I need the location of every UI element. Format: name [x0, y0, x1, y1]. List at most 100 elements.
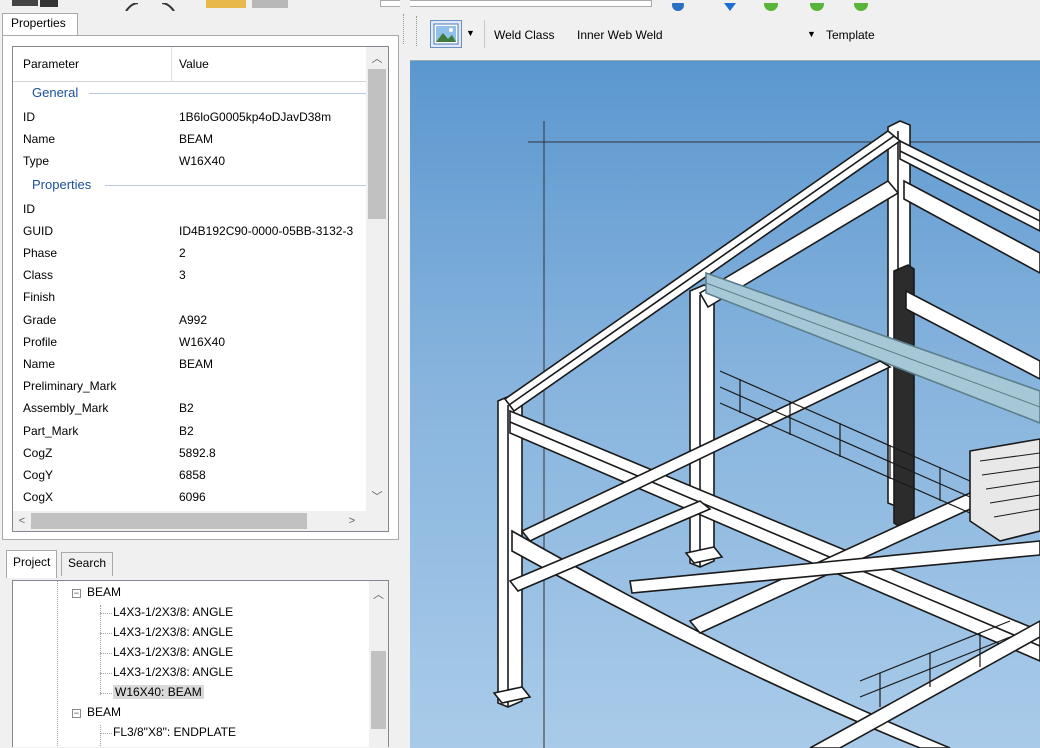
chevron-down-icon[interactable]: ▼: [466, 28, 475, 38]
toolbar-combobox-stub[interactable]: [380, 0, 652, 7]
property-grid-hscrollbar[interactable]: < >: [13, 511, 368, 531]
tab-project[interactable]: Project: [6, 550, 58, 578]
tree-node-part[interactable]: L4X3-1/2X3/8: ANGLE: [113, 645, 233, 659]
tab-properties[interactable]: Properties: [2, 13, 78, 35]
minus-box-icon[interactable]: −: [72, 709, 81, 718]
scroll-up-icon[interactable]: ︿: [366, 49, 388, 69]
toolbar-icon-stub[interactable]: [722, 0, 738, 11]
vscroll-thumb[interactable]: [368, 69, 386, 219]
tree-vscroll-thumb[interactable]: [371, 651, 386, 729]
property-name: CogX: [23, 490, 54, 505]
toolbar-icon-stub[interactable]: [252, 0, 288, 8]
property-value[interactable]: 1B6loG0005kp4oDJavD38m: [179, 110, 369, 124]
tree-node-part[interactable]: FL3/8"X8": ENDPLATE: [113, 725, 236, 739]
property-value[interactable]: 6096: [179, 490, 369, 504]
panel-splitter[interactable]: [400, 0, 410, 747]
scroll-up-icon[interactable]: ︿: [369, 585, 388, 605]
toolbar-icon-stub[interactable]: [668, 0, 688, 11]
property-row[interactable]: Type W16X40: [13, 150, 366, 172]
view-mode-button[interactable]: [430, 20, 462, 48]
toolbar-icon-stub[interactable]: [760, 0, 782, 11]
picture-icon: [433, 23, 459, 45]
property-name: CogZ: [23, 445, 53, 460]
tree-node-assembly[interactable]: BEAM: [87, 585, 121, 599]
tree-node-part[interactable]: L4X3-1/2X3/8: ANGLE: [113, 605, 233, 619]
tree-node-label: FL3/8"X8": ENDPLATE: [113, 725, 237, 739]
property-name: ID: [23, 110, 35, 124]
property-row[interactable]: CogZ 5892.8: [13, 442, 366, 464]
template-label: Template: [826, 28, 875, 42]
property-value[interactable]: W16X40: [179, 335, 369, 349]
property-value[interactable]: BEAM: [179, 132, 369, 146]
property-row[interactable]: CogY 6858: [13, 464, 366, 486]
toolbar-separator: [484, 20, 485, 48]
tree-guide: [100, 653, 112, 654]
property-value[interactable]: 2: [179, 246, 369, 260]
property-grid: Parameter Value General ID 1B6loG0005kp4oD…: [12, 46, 389, 532]
property-row[interactable]: GUID ID4B192C90-0000-05BB-3132-3: [13, 220, 366, 242]
property-value[interactable]: W16X40: [179, 154, 369, 168]
property-grid-vscrollbar[interactable]: ︿ ﹀: [366, 47, 388, 511]
property-value[interactable]: 3: [179, 268, 369, 282]
tab-search[interactable]: Search: [61, 552, 114, 576]
tree-node-part[interactable]: L4X3-1/2X3/8: ANGLE: [113, 625, 233, 639]
property-category[interactable]: General: [13, 81, 366, 103]
property-row[interactable]: Part_Mark B2: [13, 420, 366, 442]
property-value[interactable]: BEAM: [179, 357, 369, 371]
minus-box-icon[interactable]: −: [72, 589, 81, 598]
property-value[interactable]: B2: [179, 424, 369, 438]
toolbar-icon-stub[interactable]: [206, 0, 246, 8]
toolbar-icon-stub[interactable]: [40, 0, 58, 7]
property-row[interactable]: Assembly_Mark B2: [13, 397, 366, 419]
tree-node-label: BEAM: [87, 705, 122, 719]
3d-viewport[interactable]: [410, 60, 1040, 748]
tree-vscrollbar[interactable]: ︿: [369, 581, 388, 747]
property-row[interactable]: Name BEAM: [13, 128, 366, 150]
tree-node-part[interactable]: W16X40: BEAM: [113, 685, 204, 699]
property-row[interactable]: Class 3: [13, 264, 366, 286]
tree-node-part[interactable]: L4X3-1/2X3/8: ANGLE: [113, 665, 233, 679]
tree-node-assembly[interactable]: BEAM: [87, 705, 121, 719]
property-row[interactable]: Phase 2: [13, 242, 366, 264]
scroll-right-icon[interactable]: >: [343, 511, 361, 531]
tree-node-label: BEAM: [87, 585, 122, 599]
toolbar-grip[interactable]: [416, 16, 418, 46]
toolbar-icon-stub[interactable]: [806, 0, 828, 11]
toolbar-icon-stub[interactable]: [122, 0, 178, 12]
tab-search-label: Search: [68, 556, 107, 570]
property-row[interactable]: Finish: [13, 286, 366, 308]
tree-node-label: L4X3-1/2X3/8: ANGLE: [113, 625, 234, 639]
chevron-down-icon[interactable]: ▼: [807, 29, 816, 39]
column-separator[interactable]: [171, 47, 172, 81]
tree-guide: [100, 725, 101, 747]
tab-properties-label: Properties: [11, 16, 66, 30]
property-row[interactable]: ID: [13, 198, 366, 220]
category-divider: [89, 93, 366, 94]
property-row[interactable]: Profile W16X40: [13, 331, 366, 353]
property-name: Class: [23, 268, 54, 283]
column-header-value[interactable]: Value: [179, 57, 209, 71]
toolbar-icon-stub[interactable]: [850, 0, 872, 11]
property-row[interactable]: Name BEAM: [13, 353, 366, 375]
tree-guide: [100, 605, 101, 695]
category-title: Properties: [32, 176, 96, 192]
property-name: Preliminary_Mark: [23, 379, 117, 394]
property-value[interactable]: 6858: [179, 468, 369, 482]
property-category[interactable]: Properties: [13, 173, 366, 195]
tree-guide: [100, 613, 112, 614]
property-row[interactable]: Preliminary_Mark: [13, 375, 366, 397]
property-grid-header: Parameter Value: [13, 47, 366, 82]
scroll-left-icon[interactable]: <: [13, 511, 31, 531]
hscroll-thumb[interactable]: [31, 513, 307, 529]
scroll-down-icon[interactable]: ﹀: [366, 487, 388, 507]
property-row[interactable]: Grade A992: [13, 309, 366, 331]
column-header-parameter[interactable]: Parameter: [23, 57, 79, 71]
property-row[interactable]: ID 1B6loG0005kp4oDJavD38m: [13, 106, 366, 128]
property-value[interactable]: B2: [179, 401, 369, 415]
weld-class-dropdown[interactable]: Inner Web Weld ▼: [571, 23, 816, 47]
property-row[interactable]: CogX 6096: [13, 486, 366, 508]
property-value[interactable]: 5892.8: [179, 446, 369, 460]
property-value[interactable]: A992: [179, 313, 369, 327]
toolbar-icon-stub[interactable]: [12, 0, 38, 6]
property-value[interactable]: ID4B192C90-0000-05BB-3132-3: [179, 224, 369, 238]
